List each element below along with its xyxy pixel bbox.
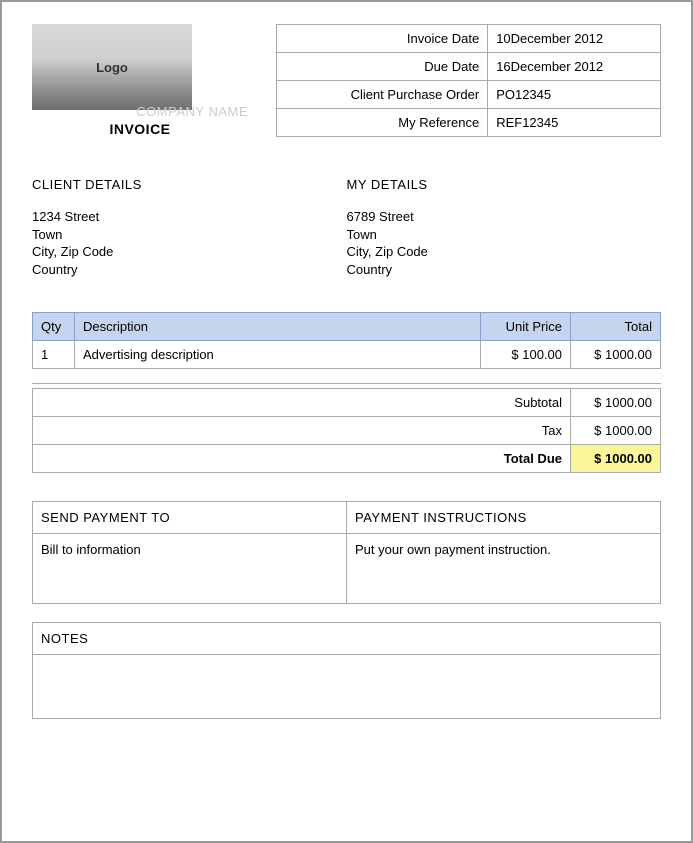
payment-table: SEND PAYMENT TO PAYMENT INSTRUCTIONS Bil…: [32, 501, 661, 604]
meta-row-cpo: Client Purchase Order PO12345: [277, 81, 661, 109]
meta-row-due-date: Due Date 16December 2012: [277, 53, 661, 81]
client-country: Country: [32, 261, 347, 279]
my-country: Country: [347, 261, 662, 279]
notes-table: NOTES: [32, 622, 661, 719]
client-street: 1234 Street: [32, 208, 347, 226]
send-payment-body: Bill to information: [33, 534, 347, 604]
meta-label: Invoice Date: [277, 25, 488, 53]
my-city: City, Zip Code: [347, 243, 662, 261]
tax-value: $ 1000.00: [571, 417, 661, 445]
meta-label: My Reference: [277, 109, 488, 137]
client-city: City, Zip Code: [32, 243, 347, 261]
meta-row-invoice-date: Invoice Date 10December 2012: [277, 25, 661, 53]
meta-value: 16December 2012: [488, 53, 661, 81]
my-details-heading: MY DETAILS: [347, 177, 662, 192]
invoice-title: INVOICE: [32, 121, 248, 137]
subtotal-value: $ 1000.00: [571, 389, 661, 417]
details-row: CLIENT DETAILS 1234 Street Town City, Zi…: [32, 177, 661, 278]
items-header-row: Qty Description Unit Price Total: [33, 313, 661, 341]
subtotal-row: Subtotal $ 1000.00: [33, 389, 661, 417]
tax-row: Tax $ 1000.00: [33, 417, 661, 445]
invoice-page: Logo COMPANY NAME INVOICE Invoice Date 1…: [0, 0, 693, 843]
notes-body: [33, 655, 661, 719]
company-name-label: COMPANY NAME: [32, 104, 248, 119]
logo-text: Logo: [96, 60, 128, 75]
client-town: Town: [32, 226, 347, 244]
payment-instructions-body: Put your own payment instruction.: [347, 534, 661, 604]
meta-value: REF12345: [488, 109, 661, 137]
header-row: Logo COMPANY NAME INVOICE Invoice Date 1…: [32, 24, 661, 137]
divider: [32, 383, 661, 384]
totals-table: Subtotal $ 1000.00 Tax $ 1000.00 Total D…: [32, 388, 661, 473]
item-unit-price: $ 100.00: [481, 341, 571, 369]
client-details: CLIENT DETAILS 1234 Street Town City, Zi…: [32, 177, 347, 278]
invoice-meta-table: Invoice Date 10December 2012 Due Date 16…: [276, 24, 661, 137]
send-payment-heading: SEND PAYMENT TO: [33, 502, 347, 534]
col-header-total: Total: [571, 313, 661, 341]
my-details: MY DETAILS 6789 Street Town City, Zip Co…: [347, 177, 662, 278]
total-due-value: $ 1000.00: [571, 445, 661, 473]
meta-row-ref: My Reference REF12345: [277, 109, 661, 137]
col-header-unit: Unit Price: [481, 313, 571, 341]
logo-placeholder: Logo: [32, 24, 192, 110]
col-header-desc: Description: [75, 313, 481, 341]
logo-block: Logo COMPANY NAME INVOICE: [32, 24, 248, 137]
notes-heading: NOTES: [33, 623, 661, 655]
total-due-label: Total Due: [33, 445, 571, 473]
meta-label: Client Purchase Order: [277, 81, 488, 109]
my-street: 6789 Street: [347, 208, 662, 226]
meta-value: 10December 2012: [488, 25, 661, 53]
col-header-qty: Qty: [33, 313, 75, 341]
client-details-heading: CLIENT DETAILS: [32, 177, 347, 192]
payment-instructions-heading: PAYMENT INSTRUCTIONS: [347, 502, 661, 534]
item-total: $ 1000.00: [571, 341, 661, 369]
line-item-row: 1 Advertising description $ 100.00 $ 100…: [33, 341, 661, 369]
my-town: Town: [347, 226, 662, 244]
subtotal-label: Subtotal: [33, 389, 571, 417]
meta-label: Due Date: [277, 53, 488, 81]
line-items-table: Qty Description Unit Price Total 1 Adver…: [32, 312, 661, 369]
item-qty: 1: [33, 341, 75, 369]
tax-label: Tax: [33, 417, 571, 445]
item-desc: Advertising description: [75, 341, 481, 369]
total-due-row: Total Due $ 1000.00: [33, 445, 661, 473]
meta-value: PO12345: [488, 81, 661, 109]
